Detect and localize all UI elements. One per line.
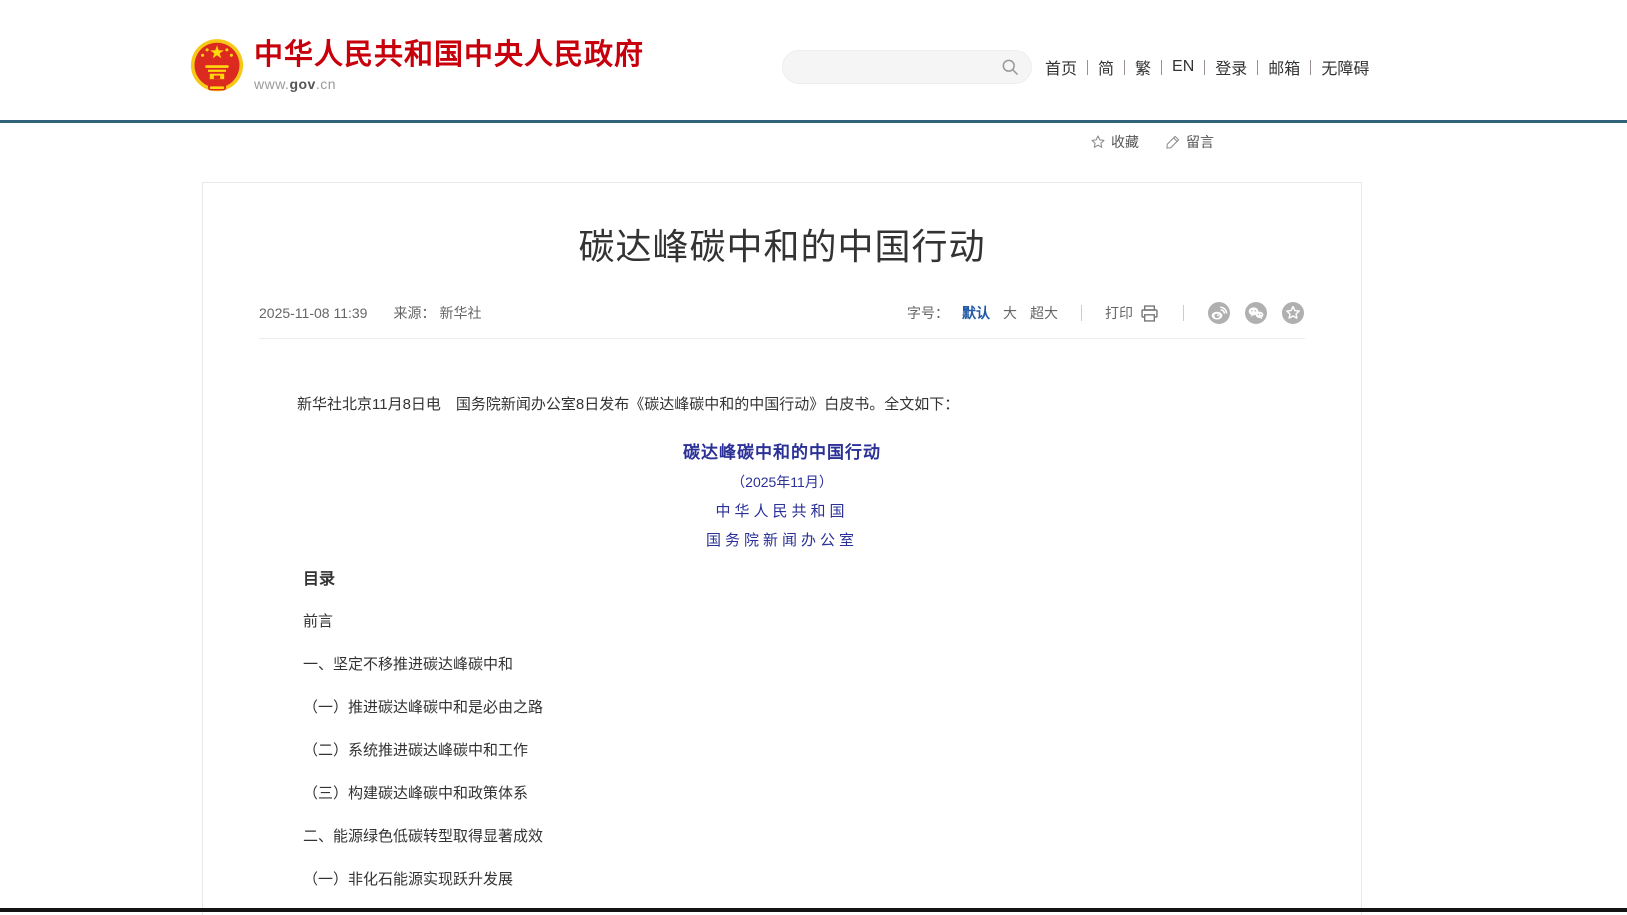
nav-english[interactable]: EN bbox=[1162, 58, 1204, 76]
nav-mail[interactable]: 邮箱 bbox=[1258, 55, 1310, 79]
font-size-default[interactable]: 默认 bbox=[962, 303, 990, 323]
site-url-gov: gov bbox=[289, 76, 315, 92]
source: 来源： 新华社 bbox=[393, 303, 481, 323]
header-divider bbox=[0, 120, 1627, 123]
printer-icon bbox=[1139, 303, 1160, 324]
toc-item: 一、坚定不移推进碳达峰碳中和 bbox=[303, 655, 1361, 675]
site-title: 中华人民共和国中央人民政府 bbox=[254, 38, 644, 72]
article-meta: 2025-11-08 11:39 来源： 新华社 字号： 默认 大 超大 打印 bbox=[259, 301, 1305, 339]
toc-item: 前言 bbox=[303, 612, 1361, 632]
toc-item: （一）非化石能源实现跃升发展 bbox=[303, 870, 1361, 890]
lead-paragraph: 新华社北京11月8日电 国务院新闻办公室8日发布《碳达峰碳中和的中国行动》白皮书… bbox=[267, 393, 1297, 417]
source-label: 来源： bbox=[393, 303, 435, 323]
site-url-cn: .cn bbox=[316, 76, 336, 92]
pencil-icon bbox=[1165, 134, 1181, 150]
star-icon bbox=[1090, 134, 1106, 150]
search-icon[interactable] bbox=[1000, 57, 1020, 77]
site-logo-link[interactable]: 中华人民共和国中央人民政府 www.gov.cn bbox=[190, 38, 644, 96]
weibo-share-icon[interactable] bbox=[1207, 301, 1231, 325]
font-size-label: 字号： bbox=[907, 303, 949, 323]
article-container: 碳达峰碳中和的中国行动 2025-11-08 11:39 来源： 新华社 字号：… bbox=[202, 182, 1362, 915]
meta-separator bbox=[1081, 305, 1082, 321]
document-org-line1: 中华人民共和国 bbox=[203, 499, 1361, 523]
message-button[interactable]: 留言 bbox=[1165, 132, 1214, 152]
publish-date: 2025-11-08 11:39 bbox=[259, 305, 367, 321]
document-heading-block: 碳达峰碳中和的中国行动 （2025年11月） 中华人民共和国 国务院新闻办公室 bbox=[203, 441, 1361, 552]
page-actions: 收藏 留言 bbox=[1090, 132, 1214, 152]
toc-item: （三）构建碳达峰碳中和政策体系 bbox=[303, 784, 1361, 804]
toc-item: （一）推进碳达峰碳中和是必由之路 bbox=[303, 698, 1361, 718]
nav-traditional[interactable]: 繁 bbox=[1125, 55, 1161, 79]
article-title: 碳达峰碳中和的中国行动 bbox=[243, 227, 1321, 267]
meta-separator bbox=[1183, 305, 1184, 321]
document-date: （2025年11月） bbox=[203, 470, 1361, 494]
print-button[interactable]: 打印 bbox=[1105, 303, 1160, 324]
article-meta-left: 2025-11-08 11:39 来源： 新华社 bbox=[259, 303, 481, 323]
national-emblem-icon bbox=[190, 38, 244, 96]
top-nav: 首页 简 繁 EN 登录 邮箱 无障碍 bbox=[1045, 56, 1379, 78]
site-url: www.gov.cn bbox=[254, 76, 644, 92]
site-url-www: www. bbox=[254, 76, 289, 92]
toc-title: 目录 bbox=[303, 570, 1361, 590]
font-size-xlarge[interactable]: 超大 bbox=[1030, 303, 1058, 323]
wechat-share-icon[interactable] bbox=[1244, 301, 1268, 325]
document-org-line2: 国务院新闻办公室 bbox=[203, 528, 1361, 552]
nav-login[interactable]: 登录 bbox=[1205, 55, 1257, 79]
print-label: 打印 bbox=[1105, 303, 1133, 323]
bottom-edge-bar bbox=[0, 908, 1627, 912]
toc-item: 二、能源绿色低碳转型取得显著成效 bbox=[303, 827, 1361, 847]
font-size-large[interactable]: 大 bbox=[1003, 303, 1017, 323]
document-title: 碳达峰碳中和的中国行动 bbox=[203, 441, 1361, 465]
toc-item: （二）系统推进碳达峰碳中和工作 bbox=[303, 741, 1361, 761]
favorite-label: 收藏 bbox=[1111, 132, 1139, 152]
nav-simplified[interactable]: 简 bbox=[1088, 55, 1124, 79]
search-box bbox=[782, 50, 1032, 84]
star-share-icon[interactable] bbox=[1281, 301, 1305, 325]
nav-home[interactable]: 首页 bbox=[1045, 55, 1087, 79]
source-value: 新华社 bbox=[439, 303, 481, 323]
favorite-button[interactable]: 收藏 bbox=[1090, 132, 1139, 152]
nav-accessibility[interactable]: 无障碍 bbox=[1311, 55, 1379, 79]
toc-list: 前言 一、坚定不移推进碳达峰碳中和 （一）推进碳达峰碳中和是必由之路 （二）系统… bbox=[303, 612, 1361, 890]
message-label: 留言 bbox=[1186, 132, 1214, 152]
article-meta-right: 字号： 默认 大 超大 打印 bbox=[907, 301, 1305, 325]
site-header: 中华人民共和国中央人民政府 www.gov.cn 首页 简 繁 EN 登录 邮箱… bbox=[0, 0, 1627, 120]
search-input[interactable] bbox=[783, 53, 1000, 81]
